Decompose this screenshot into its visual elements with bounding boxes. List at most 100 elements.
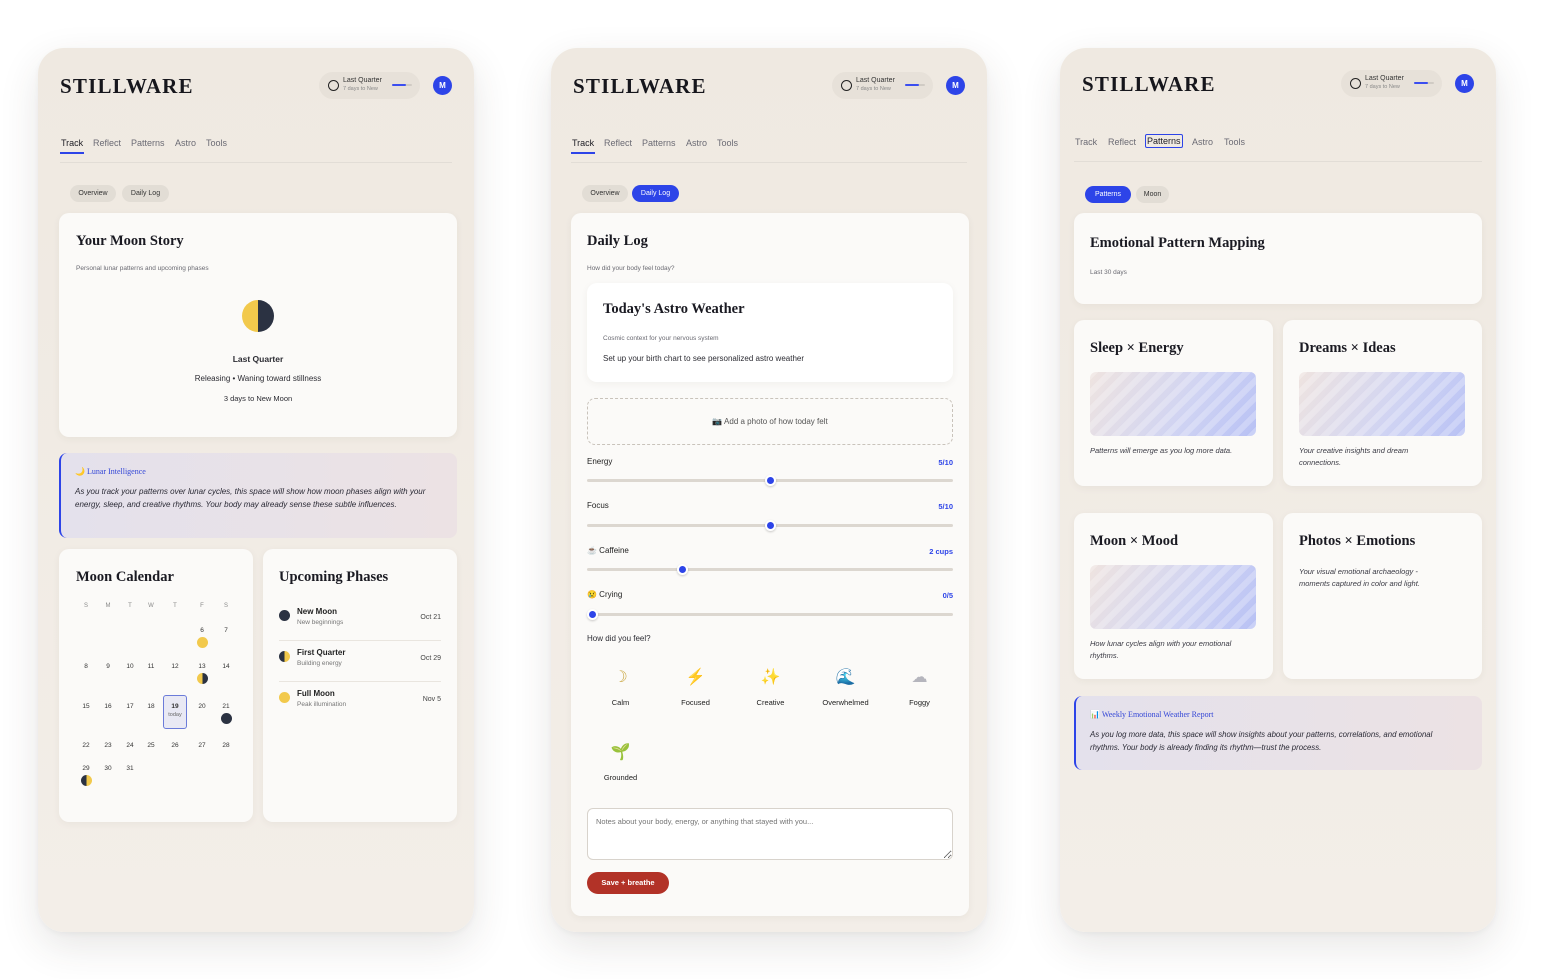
calendar-day[interactable]: 19	[168, 703, 182, 710]
phase-sub: Peak illumination	[297, 701, 347, 708]
astro-weather-title: Today's Astro Weather	[603, 301, 745, 317]
tab-astro[interactable]: Astro	[174, 137, 197, 149]
calendar-day[interactable]: 27	[195, 742, 209, 749]
tab-track[interactable]: Track	[60, 137, 85, 154]
subtab-overview[interactable]: Overview	[70, 185, 116, 202]
sleep-energy-title: Sleep × Energy	[1090, 340, 1184, 356]
tab-tools[interactable]: Tools	[716, 137, 739, 149]
tab-reflect[interactable]: Reflect	[92, 137, 122, 149]
calendar-day[interactable]: 11	[144, 663, 158, 670]
mood-foggy[interactable]: ☁ Foggy	[886, 652, 953, 719]
photos-emotions-card[interactable]: Photos × Emotions Your visual emotional …	[1283, 513, 1482, 679]
energy-slider[interactable]	[587, 475, 953, 486]
weekly-report-body: As you log more data, this space will sh…	[1090, 730, 1433, 752]
pattern-mapping-title: Emotional Pattern Mapping	[1090, 235, 1265, 251]
save-button[interactable]: Save + breathe	[587, 872, 669, 894]
calendar-day[interactable]: 8	[79, 663, 93, 670]
calendar-day[interactable]: 18	[144, 703, 158, 710]
moon-phase-pill[interactable]: Last Quarter 7 days to New	[1341, 70, 1442, 97]
calendar-day[interactable]: 12	[168, 663, 182, 670]
calendar-day[interactable]: 10	[123, 663, 137, 670]
screen-track-daily-log: STILLWARE Last Quarter 7 days to New M T…	[551, 48, 987, 932]
tab-patterns[interactable]: Patterns	[130, 137, 166, 149]
tab-track[interactable]: Track	[1074, 136, 1098, 148]
moon-phase-pill[interactable]: Last Quarter 7 days to New	[832, 72, 933, 99]
calendar-day[interactable]: 20	[195, 703, 209, 710]
tab-astro[interactable]: Astro	[685, 137, 708, 149]
subtab-daily-log[interactable]: Daily Log	[122, 185, 169, 202]
phase-name: First Quarter	[297, 648, 346, 657]
mood-label: Overwhelmed	[822, 698, 869, 707]
calendar-day[interactable]: 21	[219, 703, 233, 710]
phase-row[interactable]: New Moon New beginnings Oct 21	[279, 601, 441, 641]
energy-slider-thumb[interactable]	[765, 475, 776, 486]
caffeine-slider[interactable]	[587, 564, 953, 575]
moon-mood-text: How lunar cycles align with your emotion…	[1090, 639, 1232, 660]
tab-patterns[interactable]: Patterns	[1145, 134, 1183, 148]
tab-reflect[interactable]: Reflect	[1107, 136, 1137, 148]
calendar-day[interactable]: 29	[79, 765, 93, 772]
calendar-day[interactable]: 25	[144, 742, 158, 749]
focus-slider[interactable]	[587, 520, 953, 531]
phase-date: Nov 5	[422, 696, 441, 703]
tab-patterns[interactable]: Patterns	[641, 137, 677, 149]
calendar-day[interactable]: 22	[79, 742, 93, 749]
avatar[interactable]: M	[1455, 74, 1474, 93]
mood-creative[interactable]: ✨ Creative	[737, 652, 804, 719]
moon-mood-title: Moon × Mood	[1090, 533, 1179, 549]
full-moon-icon	[279, 692, 290, 703]
moon-story-subtitle: Personal lunar patterns and upcoming pha…	[76, 265, 209, 272]
sleep-energy-card[interactable]: Sleep × Energy Patterns will emerge as y…	[1074, 320, 1273, 486]
mood-grounded[interactable]: 🌱 Grounded	[587, 727, 654, 794]
calendar-day[interactable]: 23	[101, 742, 115, 749]
calendar-day[interactable]: 30	[101, 765, 115, 772]
moon-phase-pill[interactable]: Last Quarter 7 days to New	[319, 72, 420, 99]
calendar-day[interactable]: 14	[219, 663, 233, 670]
weekday-header: M	[105, 603, 111, 609]
calendar-day[interactable]: 26	[168, 742, 182, 749]
lunar-intelligence-title: 🌙 Lunar Intelligence	[75, 467, 146, 476]
subtab-overview[interactable]: Overview	[582, 185, 628, 202]
tab-astro[interactable]: Astro	[1191, 136, 1214, 148]
calendar-day[interactable]: 24	[123, 742, 137, 749]
avatar[interactable]: M	[433, 76, 452, 95]
calendar-day[interactable]: 9	[101, 663, 115, 670]
calendar-day[interactable]: 17	[123, 703, 137, 710]
calendar-day[interactable]: 31	[123, 765, 137, 772]
subtab-daily-log[interactable]: Daily Log	[632, 185, 679, 202]
calendar-day[interactable]: 6	[195, 627, 209, 634]
moon-outline-icon	[841, 80, 852, 91]
tab-tools[interactable]: Tools	[205, 137, 228, 149]
add-photo-dropzone[interactable]: 📷 Add a photo of how today felt	[587, 398, 953, 445]
moon-mood-card[interactable]: Moon × Mood How lunar cycles align with …	[1074, 513, 1273, 679]
phase-name: Full Moon	[297, 689, 335, 698]
subtab-patterns[interactable]: Patterns	[1085, 186, 1131, 203]
calendar-day[interactable]: 15	[79, 703, 93, 710]
mood-calm[interactable]: ☽ Calm	[587, 652, 654, 719]
moon-pill-progress	[1414, 82, 1434, 84]
calendar-day[interactable]: 16	[101, 703, 115, 710]
weekday-header: S	[223, 603, 228, 609]
calendar-title: Moon Calendar	[76, 569, 174, 585]
phase-row[interactable]: Full Moon Peak illumination Nov 5	[279, 683, 441, 723]
mood-focused[interactable]: ⚡ Focused	[662, 652, 729, 719]
calendar-day[interactable]: 13	[195, 663, 209, 670]
focus-slider-thumb[interactable]	[765, 520, 776, 531]
moon-pill-phase: Last Quarter	[343, 77, 382, 84]
calendar-day[interactable]: 7	[219, 627, 233, 634]
phase-row[interactable]: First Quarter Building energy Oct 29	[279, 642, 441, 682]
caffeine-value: 2 cups	[929, 547, 953, 556]
dreams-ideas-card[interactable]: Dreams × Ideas Your creative insights an…	[1283, 320, 1482, 486]
new-moon-marker-icon	[220, 713, 232, 724]
caffeine-label: ☕ Caffeine	[587, 546, 629, 555]
calendar-day[interactable]: 28	[219, 742, 233, 749]
crying-slider[interactable]	[587, 609, 953, 620]
lunar-intelligence-card: 🌙 Lunar Intelligence As you track your p…	[59, 453, 457, 538]
tab-track[interactable]: Track	[571, 137, 596, 154]
mood-overwhelmed[interactable]: 🌊 Overwhelmed	[812, 652, 879, 719]
tab-reflect[interactable]: Reflect	[603, 137, 633, 149]
tab-tools[interactable]: Tools	[1223, 136, 1246, 148]
subtab-moon[interactable]: Moon	[1136, 186, 1169, 203]
avatar[interactable]: M	[946, 76, 965, 95]
notes-textarea[interactable]	[587, 808, 953, 860]
